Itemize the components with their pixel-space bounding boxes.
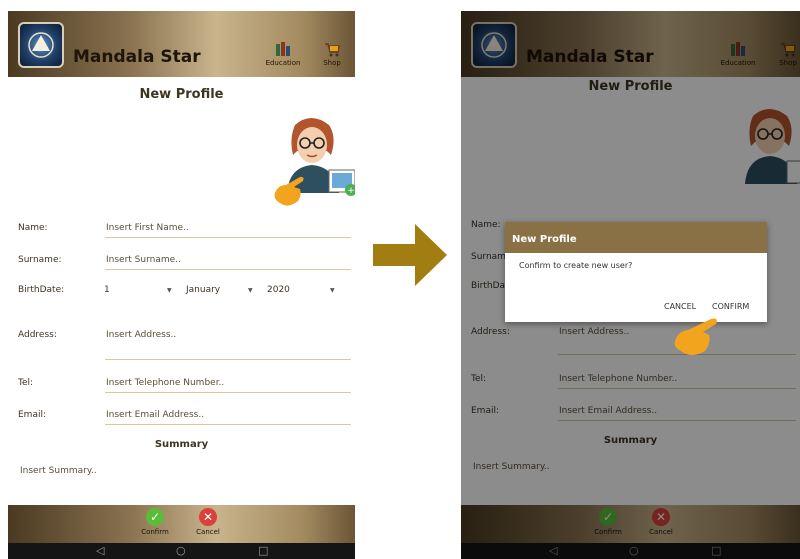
birthdate-label: BirthDate: xyxy=(18,285,65,295)
day-value: 1 xyxy=(104,285,110,295)
close-icon: ✕ xyxy=(199,508,217,526)
summary-input[interactable]: Insert Summary.. xyxy=(20,466,97,476)
nav-shop-label: Shop xyxy=(323,59,341,67)
confirm-button[interactable]: ✓ Confirm xyxy=(135,508,175,536)
cart-icon xyxy=(323,41,341,58)
screen-confirm-dialog: Mandala Star Education Shop New Profile … xyxy=(461,11,800,559)
nav-education[interactable]: Education xyxy=(263,41,303,67)
email-row: Email: Insert Email Address.. xyxy=(8,407,355,427)
svg-text:+: + xyxy=(347,186,355,196)
pointing-hand-icon xyxy=(274,176,304,206)
confirm-dialog: New Profile Confirm to create new user? … xyxy=(505,222,767,322)
nav-shop[interactable]: Shop xyxy=(312,41,352,67)
divider xyxy=(105,269,351,270)
screen-form: Mandala Star Education Shop New Profile … xyxy=(8,11,355,559)
dialog-confirm-button[interactable]: CONFIRM xyxy=(712,302,749,311)
nav-education-label: Education xyxy=(265,59,301,67)
system-nav-bar: ◁ ○ □ xyxy=(8,543,355,559)
email-input[interactable]: Insert Email Address.. xyxy=(106,410,204,420)
confirm-label: Confirm xyxy=(141,528,169,536)
check-icon: ✓ xyxy=(146,508,164,526)
app-title: Mandala Star xyxy=(73,47,201,67)
bottom-bar: ✓ Confirm ✕ Cancel xyxy=(8,505,355,543)
name-label: Name: xyxy=(18,223,48,233)
home-icon[interactable]: ○ xyxy=(176,544,186,557)
recent-apps-icon[interactable]: □ xyxy=(258,544,268,557)
month-value: January xyxy=(186,285,221,295)
surname-label: Surname: xyxy=(18,255,62,265)
divider xyxy=(105,237,351,238)
divider xyxy=(105,392,351,393)
books-icon xyxy=(274,41,292,58)
back-icon[interactable]: ◁ xyxy=(96,544,104,557)
tel-input[interactable]: Insert Telephone Number.. xyxy=(106,378,224,388)
cancel-label: Cancel xyxy=(196,528,220,536)
dropdown-arrow-icon: ▼ xyxy=(167,287,172,294)
surname-row: Surname: Insert Surname.. xyxy=(8,252,355,272)
flow-arrow-icon xyxy=(373,224,447,286)
dialog-cancel-button[interactable]: CANCEL xyxy=(664,302,696,311)
pointing-hand-icon xyxy=(674,318,717,355)
cancel-button[interactable]: ✕ Cancel xyxy=(188,508,228,536)
dropdown-arrow-icon: ▼ xyxy=(248,287,253,294)
dropdown-arrow-icon: ▼ xyxy=(330,287,335,294)
app-header: Mandala Star Education Shop xyxy=(8,11,355,77)
year-value: 2020 xyxy=(267,285,290,295)
address-label: Address: xyxy=(18,330,57,340)
divider xyxy=(105,424,351,425)
divider xyxy=(105,359,351,360)
birthdate-row: BirthDate: 1 ▼ January ▼ 2020 ▼ xyxy=(8,282,355,302)
dialog-title: New Profile xyxy=(505,222,767,253)
tel-label: Tel: xyxy=(18,378,34,388)
tel-row: Tel: Insert Telephone Number.. xyxy=(8,375,355,395)
name-input[interactable]: Insert First Name.. xyxy=(106,223,189,233)
address-row: Address: Insert Address.. xyxy=(8,327,355,360)
address-input[interactable]: Insert Address.. xyxy=(106,330,176,340)
name-row: Name: Insert First Name.. xyxy=(8,220,355,240)
email-label: Email: xyxy=(18,410,47,420)
summary-title: Summary xyxy=(154,439,209,450)
app-logo[interactable] xyxy=(18,22,64,68)
dialog-message: Confirm to create new user? xyxy=(519,261,633,270)
page-title: New Profile xyxy=(139,87,224,102)
surname-input[interactable]: Insert Surname.. xyxy=(106,255,181,265)
